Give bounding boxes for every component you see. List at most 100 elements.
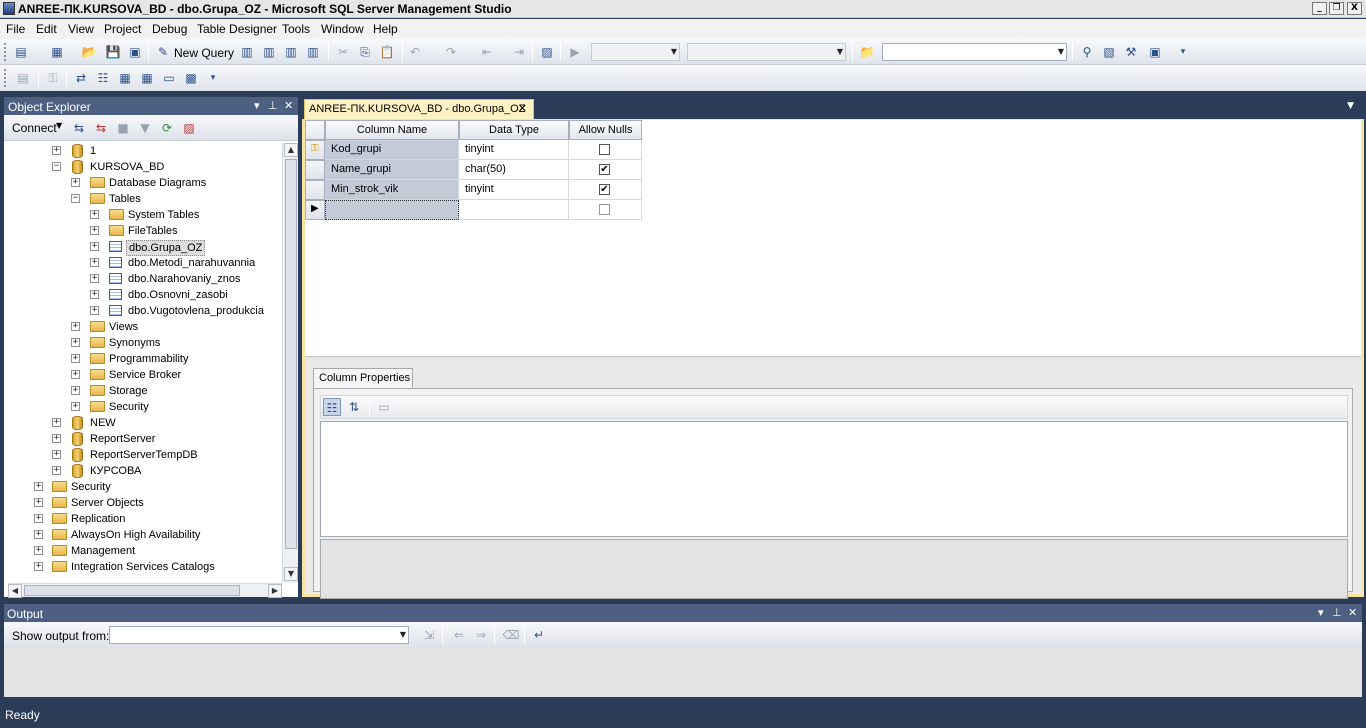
alphabetical-sort-icon[interactable]: ⇅: [345, 398, 363, 416]
allow-nulls-checkbox[interactable]: [599, 144, 610, 155]
tree-node-label[interactable]: Replication: [71, 511, 125, 527]
add-item-icon[interactable]: ▦: [48, 43, 66, 61]
toolbar-grip[interactable]: [4, 43, 7, 61]
toggle-word-wrap-icon[interactable]: ↵: [530, 626, 548, 644]
database-engine-query-icon[interactable]: ▥: [238, 43, 256, 61]
manage-indexes-icon[interactable]: ☷: [94, 69, 112, 87]
go-to-previous-message-icon[interactable]: ⇐: [450, 626, 468, 644]
collapse-icon[interactable]: −: [71, 194, 80, 203]
expand-icon[interactable]: +: [52, 466, 61, 475]
tree-node-label[interactable]: Server Objects: [71, 495, 144, 511]
expand-icon[interactable]: +: [34, 562, 43, 571]
toolbar-options-icon[interactable]: ▾: [204, 69, 222, 87]
close-tab-icon[interactable]: ✕: [518, 102, 527, 115]
go-to-next-message-icon[interactable]: ⇒: [472, 626, 490, 644]
tree-node-label[interactable]: Storage: [109, 383, 148, 399]
redo-icon[interactable]: ↷: [442, 43, 460, 61]
row-selector[interactable]: [305, 160, 325, 180]
show-output-from-select[interactable]: ▼: [109, 626, 409, 644]
tree-node-label[interactable]: Tables: [109, 191, 141, 207]
menu-view[interactable]: View: [68, 22, 94, 36]
column-header-type[interactable]: Data Type: [459, 120, 569, 140]
row-selector[interactable]: ⚿: [305, 140, 325, 160]
column-name-cell[interactable]: [325, 200, 459, 220]
toolbar-options-icon[interactable]: ▾: [1174, 43, 1192, 61]
refresh-icon[interactable]: ⟳: [158, 119, 176, 137]
expand-icon[interactable]: +: [34, 546, 43, 555]
tree-node-label[interactable]: dbo.Vugotovlena_produkcia: [128, 303, 264, 319]
expand-icon[interactable]: +: [71, 322, 80, 331]
property-pages-icon[interactable]: ▭: [375, 398, 393, 416]
scroll-down-icon[interactable]: ▼: [284, 567, 298, 581]
menu-project[interactable]: Project: [104, 22, 141, 36]
expand-icon[interactable]: +: [52, 434, 61, 443]
row-selector[interactable]: ▶: [305, 200, 325, 220]
active-files-dropdown-icon[interactable]: ▼: [1347, 101, 1354, 111]
data-type-cell[interactable]: tinyint: [459, 140, 569, 160]
save-all-icon[interactable]: ▣: [126, 43, 144, 61]
find-combo[interactable]: ▼: [882, 43, 1067, 61]
expand-icon[interactable]: +: [90, 274, 99, 283]
tree-node-label[interactable]: Synonyms: [109, 335, 160, 351]
tree-node-label[interactable]: 1: [90, 143, 96, 159]
activity-monitor-icon[interactable]: ▨: [180, 119, 198, 137]
property-grid[interactable]: [320, 421, 1348, 537]
column-name-cell[interactable]: Kod_grupi: [325, 140, 459, 160]
tree-node-label[interactable]: Security: [109, 399, 149, 415]
analysis-services-xmla-icon[interactable]: ▥: [304, 43, 322, 61]
expand-icon[interactable]: +: [90, 226, 99, 235]
registered-servers-icon[interactable]: ⚲: [1078, 43, 1096, 61]
stop-icon[interactable]: ■: [114, 119, 132, 137]
open-file-icon[interactable]: 📂: [80, 43, 98, 61]
expand-icon[interactable]: +: [71, 178, 80, 187]
expand-icon[interactable]: +: [90, 258, 99, 267]
tree-node-label[interactable]: КУРСОВА: [90, 463, 141, 479]
scroll-left-icon[interactable]: ◀: [8, 584, 22, 598]
toolbar-grip[interactable]: [4, 69, 7, 87]
start-debugging-icon[interactable]: ▶: [566, 43, 584, 61]
menu-tools[interactable]: Tools: [282, 22, 310, 36]
manage-xml-indexes-icon[interactable]: ▦: [138, 69, 156, 87]
column-header-nulls[interactable]: Allow Nulls: [569, 120, 642, 140]
expand-icon[interactable]: +: [71, 402, 80, 411]
window-position-icon[interactable]: ▾: [1318, 606, 1324, 619]
allow-nulls-checkbox[interactable]: ✔: [599, 164, 610, 175]
auto-hide-pin-icon[interactable]: ⊥: [1332, 606, 1342, 619]
expand-icon[interactable]: +: [52, 146, 61, 155]
scrollbar-thumb[interactable]: [285, 159, 297, 549]
solution-configurations-combo[interactable]: ▼: [591, 43, 680, 61]
tree-node-label[interactable]: dbo.Osnovni_zasobi: [128, 287, 228, 303]
menu-help[interactable]: Help: [373, 22, 398, 36]
expand-icon[interactable]: +: [71, 386, 80, 395]
data-type-cell[interactable]: tinyint: [459, 180, 569, 200]
tree-node-label[interactable]: ReportServerTempDB: [90, 447, 198, 463]
tree-node-label[interactable]: Management: [71, 543, 135, 559]
menu-file[interactable]: File: [6, 22, 25, 36]
restore-button[interactable]: ❐: [1329, 2, 1344, 15]
analysis-services-mdx-icon[interactable]: ▥: [260, 43, 278, 61]
menu-debug[interactable]: Debug: [152, 22, 187, 36]
new-project-icon[interactable]: ▤: [12, 43, 30, 61]
tree-node-label[interactable]: Security: [71, 479, 111, 495]
minimize-button[interactable]: _: [1312, 2, 1327, 15]
menu-edit[interactable]: Edit: [36, 22, 57, 36]
tree-node-label[interactable]: KURSOVA_BD: [90, 159, 164, 175]
properties-window-icon[interactable]: ⚒: [1122, 43, 1140, 61]
find-in-files-icon[interactable]: 📁: [858, 43, 876, 61]
auto-hide-pin-icon[interactable]: ⊥: [268, 99, 278, 112]
scrollbar-thumb[interactable]: [24, 585, 240, 596]
tree-node-label[interactable]: dbo.Metodi_narahuvannia: [128, 255, 255, 271]
scroll-up-icon[interactable]: ▲: [284, 143, 298, 157]
output-content[interactable]: [4, 648, 1362, 697]
undo-icon[interactable]: ↶: [406, 43, 424, 61]
new-query-button[interactable]: New Query: [174, 46, 234, 60]
expand-icon[interactable]: +: [34, 498, 43, 507]
allow-nulls-checkbox[interactable]: [599, 204, 610, 215]
tree-node-label[interactable]: Database Diagrams: [109, 175, 206, 191]
generate-change-script-icon[interactable]: ▤: [14, 69, 32, 87]
manage-fulltext-index-icon[interactable]: ▦: [116, 69, 134, 87]
expand-icon[interactable]: +: [52, 418, 61, 427]
activity-monitor-icon[interactable]: ▨: [538, 43, 556, 61]
scroll-right-icon[interactable]: ▶: [268, 584, 282, 598]
close-panel-icon[interactable]: ✕: [1348, 606, 1357, 619]
